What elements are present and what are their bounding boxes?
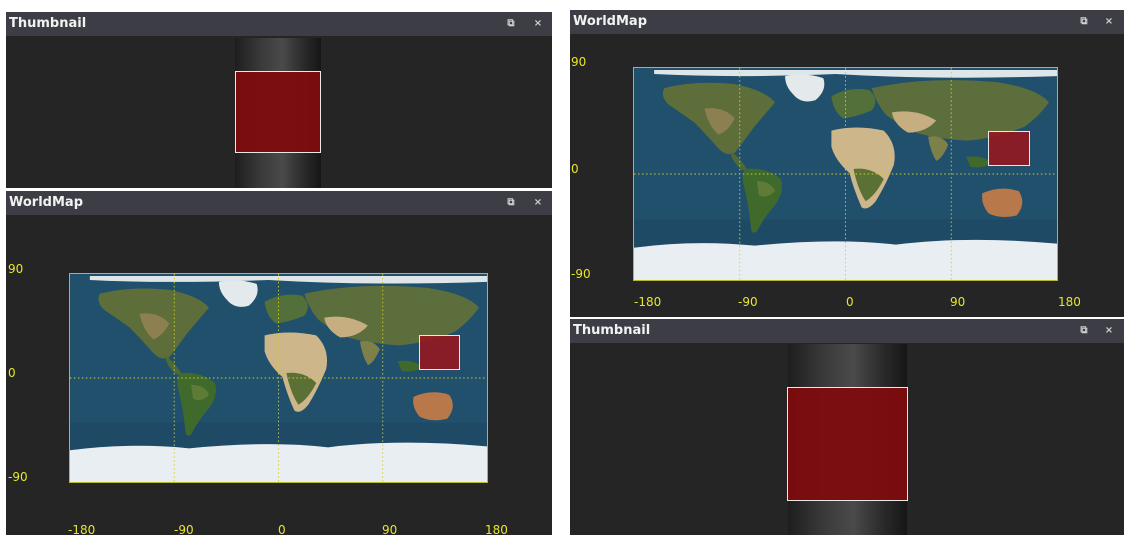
panel-title: WorldMap (573, 14, 647, 29)
world-map-graphic (634, 68, 1057, 280)
x-tick-label: -90 (174, 523, 194, 535)
x-tick-label: 180 (1058, 295, 1081, 309)
right-worldmap-panel: WorldMap ⧉ × 90 0 -90 -180 -90 0 90 180 (570, 10, 1124, 317)
right-worldmap-titlebar[interactable]: WorldMap ⧉ × (570, 10, 1124, 34)
left-worldmap-titlebar[interactable]: WorldMap ⧉ × (6, 191, 552, 215)
y-tick-label: 0 (571, 162, 579, 176)
panel-title: WorldMap (9, 195, 83, 210)
right-thumbnail-panel: Thumbnail ⧉ × (570, 319, 1124, 535)
x-tick-label: 0 (846, 295, 854, 309)
world-map[interactable] (69, 273, 488, 483)
map-viewport-rect[interactable] (419, 335, 460, 370)
map-viewport-rect[interactable] (988, 131, 1030, 166)
close-icon[interactable]: × (531, 17, 545, 31)
close-icon[interactable]: × (1102, 15, 1116, 29)
thumbnail-viewport-rect[interactable] (235, 71, 321, 153)
left-thumbnail-panel: Thumbnail ⧉ × (6, 12, 552, 188)
y-tick-label: 90 (8, 262, 24, 276)
world-map[interactable] (633, 67, 1058, 281)
y-tick-label: -90 (571, 267, 591, 281)
float-window-icon[interactable]: ⧉ (504, 17, 518, 31)
y-tick-label: -90 (8, 470, 28, 484)
x-tick-label: 90 (950, 295, 966, 309)
panel-title: Thumbnail (573, 323, 651, 338)
left-worldmap-panel: WorldMap ⧉ × 90 0 -90 -180 -90 0 90 180 (6, 191, 552, 535)
left-thumbnail-titlebar[interactable]: Thumbnail ⧉ × (6, 12, 552, 36)
float-window-icon[interactable]: ⧉ (1077, 324, 1091, 338)
x-tick-label: 180 (485, 523, 508, 535)
y-tick-label: 90 (571, 55, 587, 69)
x-tick-label: 0 (278, 523, 286, 535)
float-window-icon[interactable]: ⧉ (504, 196, 518, 210)
close-icon[interactable]: × (531, 196, 545, 210)
panel-title: Thumbnail (9, 16, 87, 31)
x-tick-label: 90 (382, 523, 398, 535)
world-map-graphic (70, 274, 487, 482)
thumbnail-viewport-rect[interactable] (787, 387, 908, 501)
close-icon[interactable]: × (1102, 324, 1116, 338)
x-tick-label: -180 (68, 523, 96, 535)
right-thumbnail-titlebar[interactable]: Thumbnail ⧉ × (570, 319, 1124, 343)
y-tick-label: 0 (8, 366, 16, 380)
x-tick-label: -90 (738, 295, 758, 309)
x-tick-label: -180 (634, 295, 662, 309)
float-window-icon[interactable]: ⧉ (1077, 15, 1091, 29)
